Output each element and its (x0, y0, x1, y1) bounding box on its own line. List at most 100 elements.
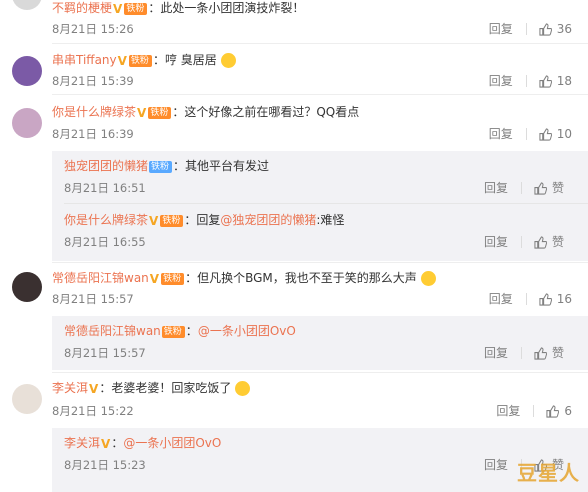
mention-link[interactable]: @一条小团团OvO (198, 324, 296, 338)
divider (533, 405, 535, 417)
reply-button[interactable]: 回复 (489, 73, 513, 89)
divider (520, 182, 522, 194)
reply-button[interactable]: 回复 (484, 180, 508, 196)
emoji-icon (235, 381, 251, 396)
thumbs-up-icon (534, 181, 547, 195)
comment-text: ：此处一条小团团演技炸裂！ (148, 1, 305, 15)
v-icon: V (117, 53, 127, 68)
v-icon: V (89, 381, 99, 396)
divider (52, 43, 588, 44)
like-label: 赞 (551, 235, 564, 249)
reply-author[interactable]: 独宠团团的懒猪 (64, 159, 148, 173)
mention-link[interactable]: @独宠团团的懒猪 (220, 213, 316, 227)
thumbs-up-icon (546, 404, 560, 418)
comment-text: ：但凡换个BGM，我也不至于笑的那么大声 (185, 271, 417, 285)
reply-button[interactable]: 回复 (484, 457, 508, 473)
avatar[interactable] (12, 108, 42, 138)
comment-text: ：这个好像之前在哪看过？QQ看点 (172, 105, 360, 119)
reply-time: 8月21日 16:55 (64, 235, 146, 249)
like-button[interactable]: 10 (539, 126, 572, 142)
like-count: 18 (556, 74, 572, 88)
like-button[interactable]: 6 (546, 403, 572, 419)
fan-badge: 铁粉 (124, 2, 148, 15)
avatar[interactable] (12, 56, 42, 86)
divider (525, 293, 527, 305)
comment-text: ：哼 臭居居 (152, 53, 217, 67)
emoji-icon (220, 53, 236, 68)
v-icon: V (101, 436, 111, 451)
reply-text: ： (111, 436, 124, 450)
avatar[interactable] (12, 0, 42, 10)
reply-text: ： (185, 324, 198, 338)
comment-time: 8月21日 15:26 (52, 22, 134, 36)
avatar[interactable] (12, 272, 42, 302)
like-count: 6 (564, 404, 572, 418)
reply-text: :难怪 (316, 213, 345, 227)
v-icon: V (149, 271, 160, 286)
comment-actions: 回复 16 (489, 291, 572, 307)
like-button[interactable]: 赞 (534, 234, 564, 250)
like-label: 赞 (551, 346, 564, 360)
mention-link[interactable]: @一条小团团OvO (123, 436, 221, 450)
reply-text: ：其他平台有发过 (173, 159, 270, 173)
reply-time: 8月21日 15:23 (64, 458, 146, 472)
avatar[interactable] (12, 384, 42, 414)
reply-list: 常德岳阳江锦wan 铁粉 ：@一条小团团OvO 8月21日 15:57 回复 赞 (52, 316, 588, 370)
like-label: 赞 (551, 181, 564, 195)
fan-badge: 铁粉 (149, 160, 173, 173)
reply-button[interactable]: 回复 (484, 234, 508, 250)
reply-list: 独宠团团的懒猪 铁粉 ：其他平台有发过 8月21日 16:51 回复 赞 你是什么牌… (52, 151, 588, 261)
divider (525, 23, 527, 35)
reply-author[interactable]: 李关洱 (64, 436, 100, 450)
comment-author[interactable]: 常德岳阳江锦wan (52, 271, 149, 285)
reply-list: 李关洱V：@一条小团团OvO 8月21日 15:23 回复 赞 (52, 428, 588, 492)
comment-author[interactable]: 李关洱 (52, 381, 88, 395)
thumbs-up-icon (539, 292, 552, 306)
thumbs-up-icon (539, 74, 552, 88)
comment-author[interactable]: 你是什么牌绿茶 (52, 105, 136, 119)
like-button[interactable]: 18 (539, 73, 572, 89)
reply-button[interactable]: 回复 (489, 291, 513, 307)
fan-badge: 铁粉 (128, 54, 152, 67)
like-button[interactable]: 16 (539, 291, 572, 307)
like-button[interactable]: 赞 (534, 345, 564, 361)
reply-button[interactable]: 回复 (496, 403, 520, 419)
divider (52, 372, 588, 373)
thumbs-up-icon (534, 235, 547, 249)
comment-actions: 回复 6 (496, 403, 572, 419)
watermark: 豆星人 (517, 461, 580, 485)
thumbs-up-icon (539, 127, 552, 141)
thumbs-up-icon (539, 22, 552, 36)
like-button[interactable]: 赞 (534, 180, 564, 196)
reply-button[interactable]: 回复 (489, 21, 513, 37)
emoji-icon (420, 271, 436, 286)
reply-time: 8月21日 15:57 (64, 346, 146, 360)
like-count: 16 (556, 292, 572, 306)
divider (64, 203, 588, 204)
reply-button[interactable]: 回复 (489, 126, 513, 142)
reply-author[interactable]: 常德岳阳江锦wan (64, 324, 161, 338)
fan-badge: 铁粉 (148, 106, 172, 119)
comment-actions: 回复 10 (489, 126, 572, 142)
reply-button[interactable]: 回复 (484, 345, 508, 361)
divider (525, 75, 527, 87)
divider (520, 347, 522, 359)
comment-text: ：老婆老婆！回家吃饭了 (99, 381, 232, 395)
v-icon: V (137, 105, 147, 120)
reply-actions: 回复 赞 (484, 345, 564, 361)
fan-badge: 铁粉 (160, 214, 184, 227)
thumbs-up-icon (534, 346, 547, 360)
comment-author[interactable]: 串串Tiffany (52, 53, 117, 67)
comment-time: 8月21日 15:57 (52, 292, 134, 306)
comment-author[interactable]: 不羁的梗梗 (52, 1, 112, 15)
v-icon: V (149, 213, 159, 228)
comment-actions: 回复 36 (489, 21, 572, 37)
reply-author[interactable]: 你是什么牌绿茶 (64, 213, 148, 227)
comment-actions: 回复 18 (489, 73, 572, 89)
fan-badge: 铁粉 (161, 272, 185, 285)
reply-text: ：回复 (184, 213, 221, 227)
divider (52, 262, 588, 263)
comment-time: 8月21日 16:39 (52, 127, 134, 141)
like-button[interactable]: 36 (539, 21, 572, 37)
divider (520, 236, 522, 248)
